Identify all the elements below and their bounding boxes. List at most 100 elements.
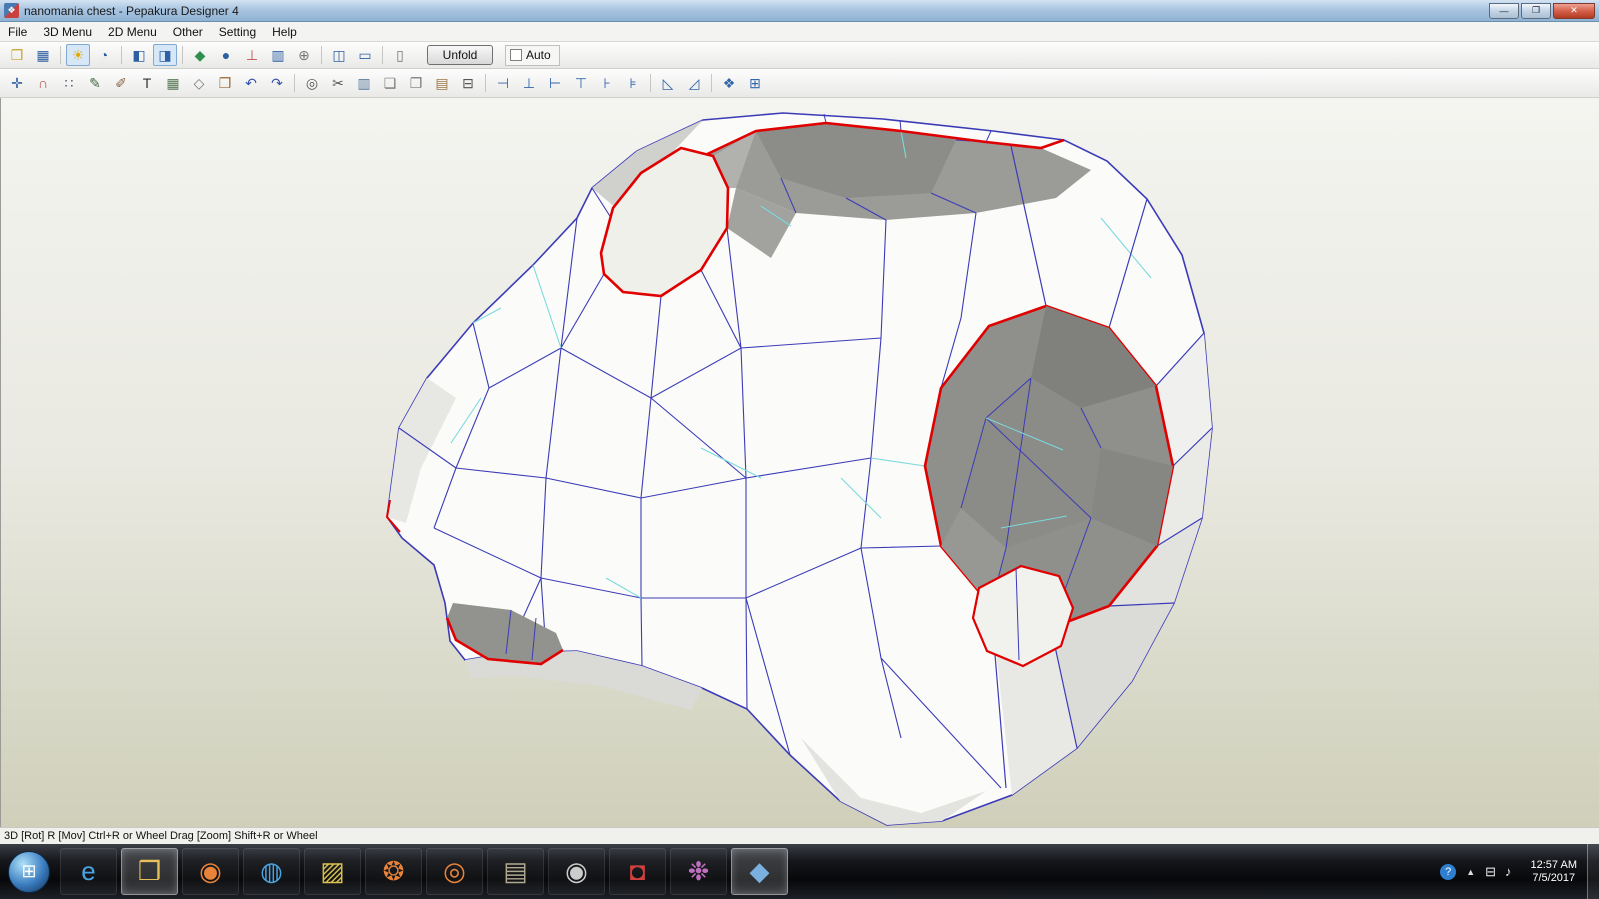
single-view-icon[interactable]: ▭ xyxy=(353,44,377,66)
explorer-icon[interactable]: ❒ xyxy=(121,848,178,895)
paint-icon-glyph: ❉ xyxy=(688,856,710,887)
page-icon[interactable]: ❏ xyxy=(378,72,402,94)
minimize-button[interactable]: — xyxy=(1489,3,1519,19)
align-bottom-icon[interactable]: ⊧ xyxy=(621,72,645,94)
align-left-icon[interactable]: ⊣ xyxy=(491,72,515,94)
package-icon[interactable]: ❒ xyxy=(213,72,237,94)
menu-file[interactable]: File xyxy=(0,23,35,41)
cube-icon[interactable]: ◇ xyxy=(187,72,211,94)
pattern-icon[interactable]: ✂ xyxy=(326,72,350,94)
solid-view-icon[interactable]: ◆ xyxy=(188,44,212,66)
align-top-icon[interactable]: ⊤ xyxy=(569,72,593,94)
menu-setting[interactable]: Setting xyxy=(211,23,264,41)
auto-group: Auto xyxy=(505,45,560,66)
pen-icon[interactable]: ✎ xyxy=(83,72,107,94)
orbit-view-icon[interactable]: ◔ xyxy=(92,44,116,66)
paint-icon[interactable]: ❉ xyxy=(670,848,727,895)
titlebar[interactable]: ❖ nanomania chest - Pepakura Designer 4 … xyxy=(0,0,1599,22)
pepakura-designer-icon[interactable]: ◆ xyxy=(731,848,788,895)
menu-2d[interactable]: 2D Menu xyxy=(100,23,165,41)
separator xyxy=(650,74,651,92)
window-title: nanomania chest - Pepakura Designer 4 xyxy=(24,4,1489,18)
pepakura-viewer-icon-glyph: ◘ xyxy=(630,856,646,887)
text-icon[interactable]: T xyxy=(135,72,159,94)
window-controls: — ❐ ✕ xyxy=(1489,3,1595,19)
toolbar-bottom-icons: ✛∩∷✎✐T▦◇❒↶↷ ◎✂▥❏❐▤⊟ ⊣⊥⊢⊤⊦⊧ ◺◿ ❖⊞ xyxy=(4,72,768,94)
split-view-icon[interactable]: ◫ xyxy=(327,44,351,66)
app-window-icon-glyph: ▨ xyxy=(320,856,345,887)
explorer-icon-glyph: ❒ xyxy=(138,856,161,887)
undo-icon[interactable]: ↶ xyxy=(239,72,263,94)
align-middle-icon[interactable]: ⊦ xyxy=(595,72,619,94)
chart-icon[interactable]: ▥ xyxy=(352,72,376,94)
show-hidden-icons-arrow[interactable]: ▲ xyxy=(1466,867,1475,877)
lens-icon-glyph: ◉ xyxy=(565,856,588,887)
print-icon[interactable]: ⊟ xyxy=(456,72,480,94)
chest-model-canvas xyxy=(1,98,1599,827)
maximize-button[interactable]: ❐ xyxy=(1521,3,1551,19)
menu-help[interactable]: Help xyxy=(264,23,305,41)
view-front-icon[interactable]: ◧ xyxy=(127,44,151,66)
link-icon[interactable]: ⊕ xyxy=(292,44,316,66)
clock[interactable]: 12:57 AM 7/5/2017 xyxy=(1531,859,1577,885)
menubar: File3D Menu2D MenuOtherSettingHelp xyxy=(0,22,1599,42)
internet-explorer-icon-glyph: e xyxy=(81,856,95,887)
bricks-icon[interactable]: ▤ xyxy=(487,848,544,895)
blender-icon-glyph: ◎ xyxy=(443,856,466,887)
media-player-icon-glyph: ◉ xyxy=(199,856,222,887)
redo-icon[interactable]: ↷ xyxy=(265,72,289,94)
media-player-icon[interactable]: ◉ xyxy=(182,848,239,895)
menu-other[interactable]: Other xyxy=(165,23,211,41)
light-bulb-icon[interactable]: ☀ xyxy=(66,44,90,66)
lens-icon[interactable]: ◉ xyxy=(548,848,605,895)
vertex-icon[interactable]: ∷ xyxy=(57,72,81,94)
textured-view-icon[interactable]: ● xyxy=(214,44,238,66)
menu-3d[interactable]: 3D Menu xyxy=(35,23,100,41)
show-desktop-button[interactable] xyxy=(1587,844,1599,899)
start-button[interactable]: ⊞ xyxy=(2,848,56,895)
fit-icon[interactable]: ⊞ xyxy=(743,72,767,94)
axis-icon[interactable]: ⊥ xyxy=(240,44,264,66)
align-center-icon[interactable]: ⊥ xyxy=(517,72,541,94)
separator xyxy=(382,46,383,64)
rotate-right-icon[interactable]: ◿ xyxy=(682,72,706,94)
taskbar: ⊞ e ❒ ◉ ◍ ▨ ❂ ◎ ▤ ◉ ◘ ❉ ◆ ? ▲ ⊟ ♪ 12:57 AM 7/5/2017 xyxy=(0,844,1599,899)
image-icon[interactable]: ▦ xyxy=(161,72,185,94)
align-right-icon[interactable]: ⊢ xyxy=(543,72,567,94)
hp-icon[interactable]: ◍ xyxy=(243,848,300,895)
blender-icon[interactable]: ◎ xyxy=(426,848,483,895)
transform-icon[interactable]: ❖ xyxy=(717,72,741,94)
edge-color-icon[interactable]: ▥ xyxy=(266,44,290,66)
help-tray-icon[interactable]: ? xyxy=(1440,864,1456,880)
save-icon[interactable]: ▦ xyxy=(31,44,55,66)
separator xyxy=(121,46,122,64)
separator xyxy=(485,74,486,92)
toolbar-top: ❒▦ ☀◔ ◧◨ ◆●⊥▥⊕ ◫▭ ▯ Unfold Auto xyxy=(0,42,1599,69)
unfold-button[interactable]: Unfold xyxy=(427,45,493,65)
brush-icon[interactable]: ✐ xyxy=(109,72,133,94)
firefox-icon[interactable]: ❂ xyxy=(365,848,422,895)
volume-icon[interactable]: ♪ xyxy=(1505,864,1512,879)
open-icon[interactable]: ❒ xyxy=(5,44,29,66)
rotate-left-icon[interactable]: ◺ xyxy=(656,72,680,94)
auto-checkbox[interactable] xyxy=(510,49,522,61)
network-icon[interactable]: ⊟ xyxy=(1485,864,1496,880)
app-window-icon[interactable]: ▨ xyxy=(304,848,361,895)
viewport-3d[interactable] xyxy=(0,98,1599,827)
page-export-icon[interactable]: ❐ xyxy=(404,72,428,94)
select-icon[interactable]: ∩ xyxy=(31,72,55,94)
book-zoom-icon[interactable]: ◎ xyxy=(300,72,324,94)
frame-icon[interactable]: ▯ xyxy=(388,44,412,66)
toolbar-bottom: ✛∩∷✎✐T▦◇❒↶↷ ◎✂▥❏❐▤⊟ ⊣⊥⊢⊤⊦⊧ ◺◿ ❖⊞ xyxy=(0,69,1599,98)
pan-zoom-icon[interactable]: ✛ xyxy=(5,72,29,94)
pepakura-viewer-icon[interactable]: ◘ xyxy=(609,848,666,895)
internet-explorer-icon[interactable]: e xyxy=(60,848,117,895)
clock-date: 7/5/2017 xyxy=(1531,872,1577,885)
clock-time: 12:57 AM xyxy=(1531,859,1577,872)
clipboard-icon[interactable]: ▤ xyxy=(430,72,454,94)
separator xyxy=(321,46,322,64)
view-rotate-icon[interactable]: ◨ xyxy=(153,44,177,66)
status-text: 3D [Rot] R [Mov] Ctrl+R or Wheel Drag [Z… xyxy=(4,830,318,842)
close-button[interactable]: ✕ xyxy=(1553,3,1595,19)
hp-icon-glyph: ◍ xyxy=(260,856,283,887)
